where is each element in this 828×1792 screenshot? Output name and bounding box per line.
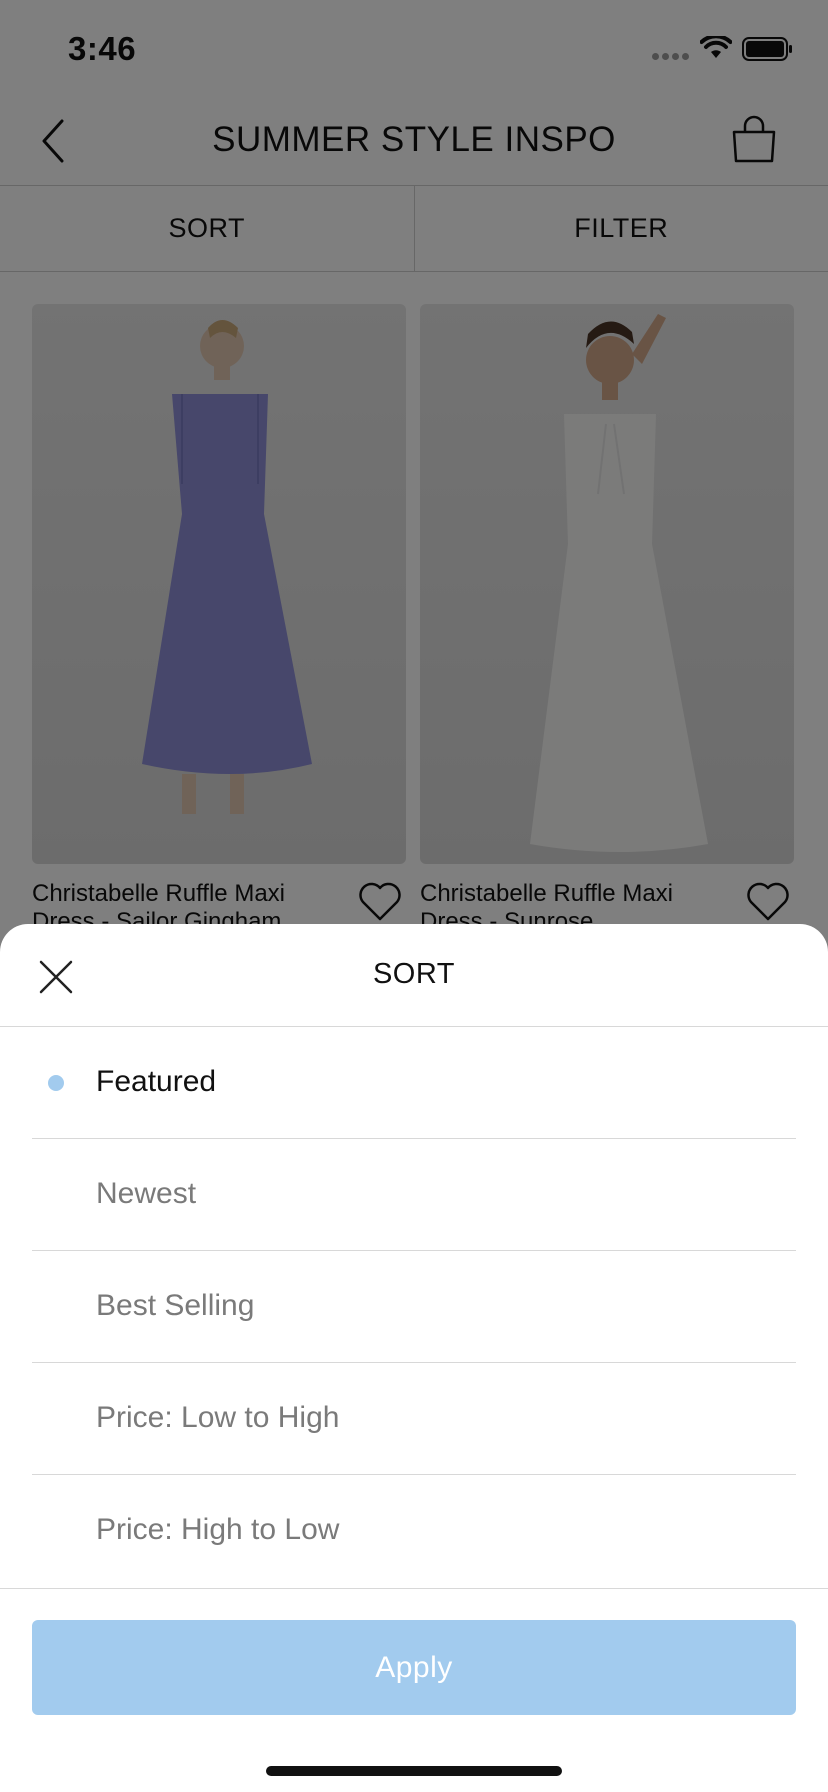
sort-option-best-selling[interactable]: Best Selling <box>32 1251 796 1363</box>
divider <box>0 1588 828 1589</box>
sort-option-newest[interactable]: Newest <box>32 1139 796 1251</box>
sort-option-price-high-low[interactable]: Price: High to Low <box>32 1475 796 1587</box>
sort-options-list: Featured Newest Best Selling Price: Low … <box>32 1027 796 1587</box>
sort-option-label: Featured <box>96 1065 217 1098</box>
home-indicator[interactable] <box>266 1766 562 1776</box>
sort-option-label: Price: Low to High <box>96 1401 340 1434</box>
sort-option-label: Newest <box>96 1177 197 1210</box>
sort-option-label: Price: High to Low <box>96 1513 340 1546</box>
sort-option-featured[interactable]: Featured <box>32 1027 796 1139</box>
apply-button[interactable]: Apply <box>32 1620 796 1715</box>
selected-dot-icon <box>48 1075 64 1091</box>
sheet-header: SORT <box>0 924 828 1027</box>
sort-option-price-low-high[interactable]: Price: Low to High <box>32 1363 796 1475</box>
sheet-title: SORT <box>372 958 456 990</box>
sort-bottom-sheet: SORT Featured Newest Best Selling Price:… <box>0 924 828 1792</box>
sort-option-label: Best Selling <box>96 1289 255 1322</box>
